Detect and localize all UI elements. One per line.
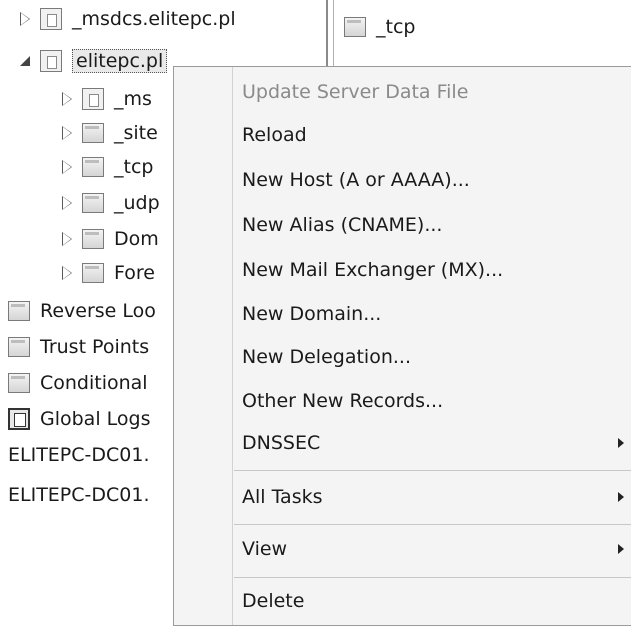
folder-icon xyxy=(8,337,30,357)
tree-item-sites[interactable]: _site xyxy=(60,116,158,150)
menu-item-label: Update Server Data File xyxy=(242,81,469,103)
zone-file-icon xyxy=(40,50,62,72)
tree-item-udp[interactable]: _udp xyxy=(60,186,160,220)
pane-divider-line xyxy=(333,0,334,70)
tree-item-label: _tcp xyxy=(114,156,154,178)
tree-item-label: Reverse Loo xyxy=(40,300,156,322)
expand-icon[interactable] xyxy=(18,12,32,26)
folder-icon xyxy=(8,301,30,321)
tree-item-label: Fore xyxy=(114,262,155,284)
folder-icon xyxy=(82,193,104,213)
tree-item-label: _udp xyxy=(114,192,160,214)
menu-item-label: View xyxy=(242,538,288,560)
zone-file-icon xyxy=(82,88,104,110)
folder-icon xyxy=(8,373,30,393)
menu-item-label: All Tasks xyxy=(242,486,323,508)
right-pane-item-label: _tcp xyxy=(376,16,416,38)
tree-item-elitepc[interactable]: elitepc.pl xyxy=(18,44,168,78)
menu-item-label: New Delegation... xyxy=(242,346,411,368)
menu-item-label: New Mail Exchanger (MX)... xyxy=(242,259,504,281)
folder-icon xyxy=(82,263,104,283)
menu-item-label: DNSSEC xyxy=(242,432,321,454)
tree-item-server-2[interactable]: ELITEPC-DC01. xyxy=(8,478,150,512)
context-menu: Update Server Data File Reload New Host … xyxy=(173,66,631,626)
menu-item-new-mail-exchanger[interactable]: New Mail Exchanger (MX)... xyxy=(242,255,622,285)
chevron-right-icon xyxy=(618,492,624,502)
menu-item-new-delegation[interactable]: New Delegation... xyxy=(242,342,622,372)
chevron-right-icon xyxy=(618,544,624,554)
menu-item-update-server-data-file[interactable]: Update Server Data File xyxy=(242,77,622,107)
log-icon xyxy=(8,408,30,430)
expand-icon[interactable] xyxy=(60,126,74,140)
menu-gutter xyxy=(232,67,233,625)
expand-icon[interactable] xyxy=(60,266,74,280)
menu-item-label: Delete xyxy=(242,590,305,612)
tree-item-ms[interactable]: _ms xyxy=(60,82,152,116)
tree-item-server-1[interactable]: ELITEPC-DC01. xyxy=(8,438,150,472)
tree-item-label: _msdcs.elitepc.pl xyxy=(72,8,236,30)
menu-item-dnssec[interactable]: DNSSEC xyxy=(242,428,624,458)
zone-file-icon xyxy=(40,8,62,30)
menu-item-label: Other New Records... xyxy=(242,390,444,412)
menu-item-reload[interactable]: Reload xyxy=(242,120,622,150)
tree-item-reverse-lookup-zones[interactable]: Reverse Loo xyxy=(8,294,156,328)
folder-icon xyxy=(82,123,104,143)
folder-icon xyxy=(82,229,104,249)
expand-icon[interactable] xyxy=(60,196,74,210)
folder-icon xyxy=(344,17,366,37)
menu-item-new-host[interactable]: New Host (A or AAAA)... xyxy=(242,165,622,195)
menu-item-label: New Domain... xyxy=(242,303,382,325)
menu-item-all-tasks[interactable]: All Tasks xyxy=(242,482,624,512)
right-pane-item-tcp[interactable]: _tcp xyxy=(344,16,415,38)
chevron-right-icon xyxy=(618,438,624,448)
menu-item-new-alias[interactable]: New Alias (CNAME)... xyxy=(242,210,622,240)
tree-item-global-logs[interactable]: Global Logs xyxy=(8,402,150,436)
menu-separator xyxy=(234,577,631,578)
tree-item-label: Global Logs xyxy=(40,408,151,430)
tree-item-label: ELITEPC-DC01. xyxy=(8,484,150,506)
tree-item-tcp[interactable]: _tcp xyxy=(60,150,153,184)
menu-item-other-new-records[interactable]: Other New Records... xyxy=(242,386,622,416)
menu-item-delete[interactable]: Delete xyxy=(242,586,622,616)
tree-item-label: Dom xyxy=(114,228,159,250)
tree-item-label: elitepc.pl xyxy=(72,49,168,73)
tree-item-conditional-forwarders[interactable]: Conditional xyxy=(8,366,148,400)
tree-item-label: ELITEPC-DC01. xyxy=(8,444,150,466)
tree-item-forest-dns-zones[interactable]: Fore xyxy=(60,256,155,290)
tree-item-trust-points[interactable]: Trust Points xyxy=(8,330,149,364)
menu-item-new-domain[interactable]: New Domain... xyxy=(242,299,622,329)
tree-item-label: _ms xyxy=(114,88,152,110)
menu-separator xyxy=(234,524,631,525)
tree-item-msdcs[interactable]: _msdcs.elitepc.pl xyxy=(18,2,236,36)
expand-icon[interactable] xyxy=(60,92,74,106)
folder-icon xyxy=(82,157,104,177)
pane-divider[interactable] xyxy=(326,0,328,70)
collapse-icon[interactable] xyxy=(18,54,32,68)
menu-separator xyxy=(234,470,631,471)
tree-item-label: Trust Points xyxy=(40,336,150,358)
tree-item-domain-dns-zones[interactable]: Dom xyxy=(60,222,159,256)
menu-item-label: Reload xyxy=(242,124,307,146)
expand-icon[interactable] xyxy=(60,160,74,174)
menu-item-label: New Host (A or AAAA)... xyxy=(242,169,470,191)
tree-item-label: Conditional xyxy=(40,372,148,394)
tree-item-label: _site xyxy=(114,122,158,144)
menu-item-view[interactable]: View xyxy=(242,534,624,564)
menu-item-label: New Alias (CNAME)... xyxy=(242,214,443,236)
expand-icon[interactable] xyxy=(60,232,74,246)
